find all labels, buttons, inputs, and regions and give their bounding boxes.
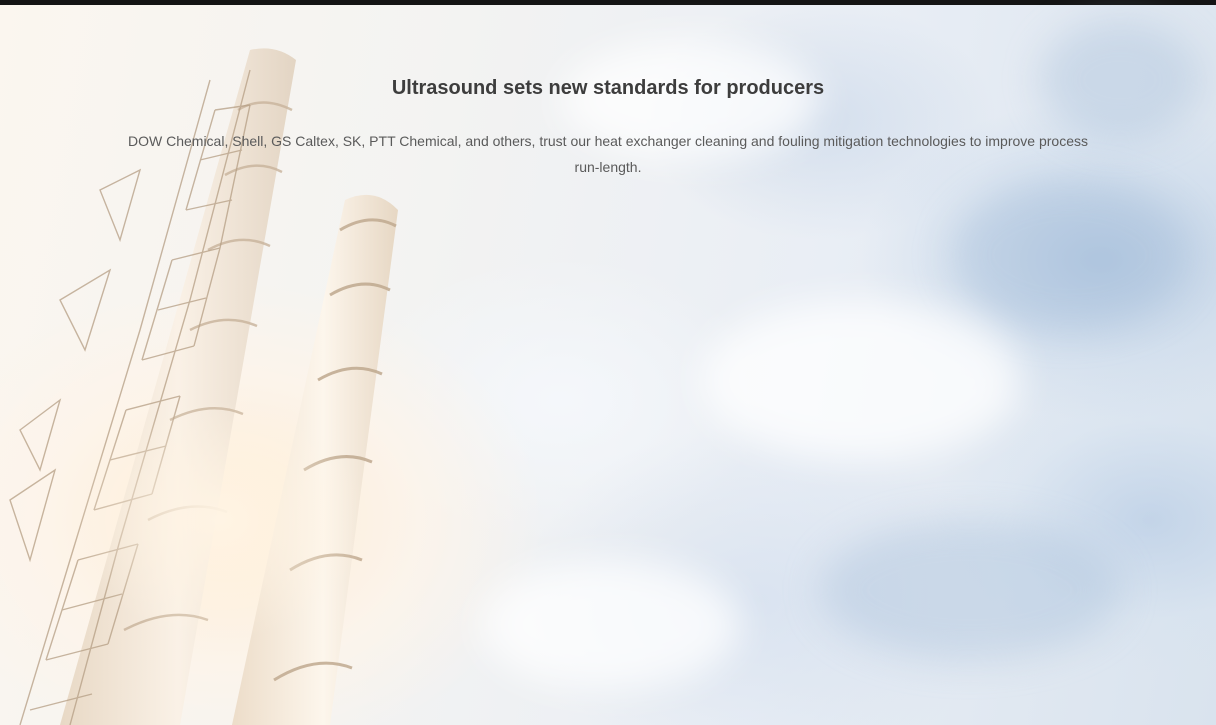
hero-content: Ultrasound sets new standards for produc…	[0, 74, 1216, 180]
hero-description: DOW Chemical, Shell, GS Caltex, SK, PTT …	[128, 133, 1088, 175]
sun-glow	[70, 400, 370, 640]
hero-section: Ultrasound sets new standards for produc…	[0, 0, 1216, 725]
cloud-shape	[950, 180, 1190, 330]
cloud-shape	[700, 300, 1020, 460]
hero-title: Ultrasound sets new standards for produc…	[391, 77, 825, 99]
cloud-shape	[820, 520, 1120, 660]
